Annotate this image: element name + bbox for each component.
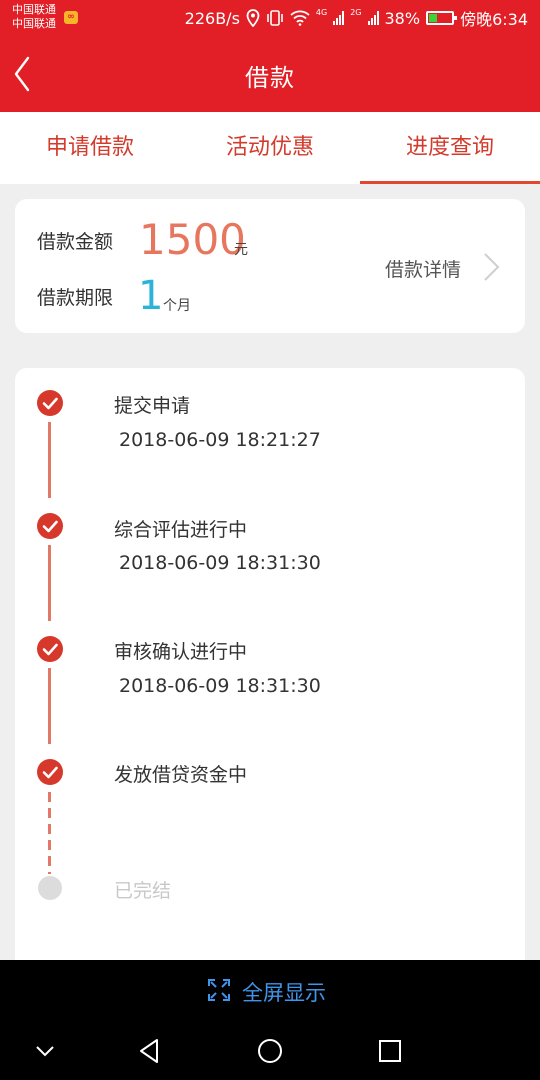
app-header: 借款 (0, 36, 540, 112)
term-unit: 个月 (163, 298, 191, 314)
step-time-review: 2018-06-09 18:31:30 (119, 675, 321, 697)
fullscreen-button[interactable]: 全屏显示 (0, 960, 540, 1022)
carrier-2: 中国联通 (12, 17, 56, 30)
step-title-review: 审核确认进行中 (114, 641, 248, 663)
chevron-down-icon[interactable] (30, 1036, 60, 1066)
battery-icon (426, 11, 458, 25)
network-type-2: 2G (350, 7, 362, 17)
carrier-names: 中国联通 中国联通 (12, 3, 56, 31)
check-circle-icon (37, 390, 63, 416)
carrier-1: 中国联通 (12, 3, 56, 16)
timeline-connector (48, 422, 51, 498)
status-indicators: 226B/s 4G 2G 38% 傍晚6:34 (184, 7, 528, 30)
step-time-submit: 2018-06-09 18:21:27 (119, 429, 321, 451)
chevron-right-icon[interactable] (481, 251, 503, 283)
nav-back-icon[interactable] (135, 1036, 165, 1066)
step-time-assessment: 2018-06-09 18:31:30 (119, 552, 321, 574)
amount-value: 1500 (139, 215, 246, 264)
step-title-submit: 提交申请 (114, 395, 191, 417)
term-value: 1 (138, 273, 164, 319)
check-circle-icon (37, 636, 63, 662)
vibrate-icon (267, 10, 283, 26)
loan-summary-card: 借款金额 1500 元 借款期限 1 个月 借款详情 (15, 199, 525, 333)
amount-label: 借款金额 (37, 231, 114, 253)
fullscreen-label: 全屏显示 (242, 981, 326, 1005)
timeline-connector (48, 668, 51, 744)
tab-progress-query[interactable]: 进度查询 (360, 112, 540, 184)
step-title-disbursing: 发放借贷资金中 (114, 764, 248, 786)
pending-circle-icon (38, 876, 62, 900)
signal-1-icon (333, 11, 345, 25)
check-circle-icon (37, 513, 63, 539)
system-nav-bar (0, 1022, 540, 1080)
weibo-badge-icon: ∞ (64, 11, 78, 24)
battery-percent: 38% (384, 8, 421, 28)
loan-details-link[interactable]: 借款详情 (385, 255, 461, 282)
step-title-assessment: 综合评估进行中 (114, 519, 248, 541)
tab-apply-loan[interactable]: 申请借款 (0, 112, 180, 184)
network-type-1: 4G (315, 7, 328, 17)
expand-icon (208, 979, 230, 1001)
progress-timeline-card: 提交申请 2018-06-09 18:21:27 综合评估进行中 2018-06… (15, 368, 525, 988)
timeline-connector-dashed (48, 792, 51, 874)
page-title: 借款 (245, 64, 295, 92)
term-label: 借款期限 (37, 287, 114, 309)
location-icon (246, 9, 260, 27)
step-title-completed: 已完结 (114, 880, 172, 902)
tab-bar: 申请借款 活动优惠 进度查询 (0, 112, 540, 184)
timeline-connector (48, 545, 51, 621)
wifi-icon (290, 10, 310, 26)
check-circle-icon (37, 759, 63, 785)
amount-unit: 元 (234, 242, 248, 258)
network-speed: 226B/s (184, 8, 240, 28)
tab-promotions[interactable]: 活动优惠 (180, 112, 360, 184)
nav-home-icon[interactable] (255, 1036, 285, 1066)
clock: 傍晚6:34 (460, 10, 528, 29)
signal-2-icon (367, 11, 379, 25)
status-bar: 中国联通 中国联通 ∞ 226B/s 4G 2G 38% 傍晚6:34 (0, 0, 540, 36)
nav-recents-icon[interactable] (375, 1036, 405, 1066)
